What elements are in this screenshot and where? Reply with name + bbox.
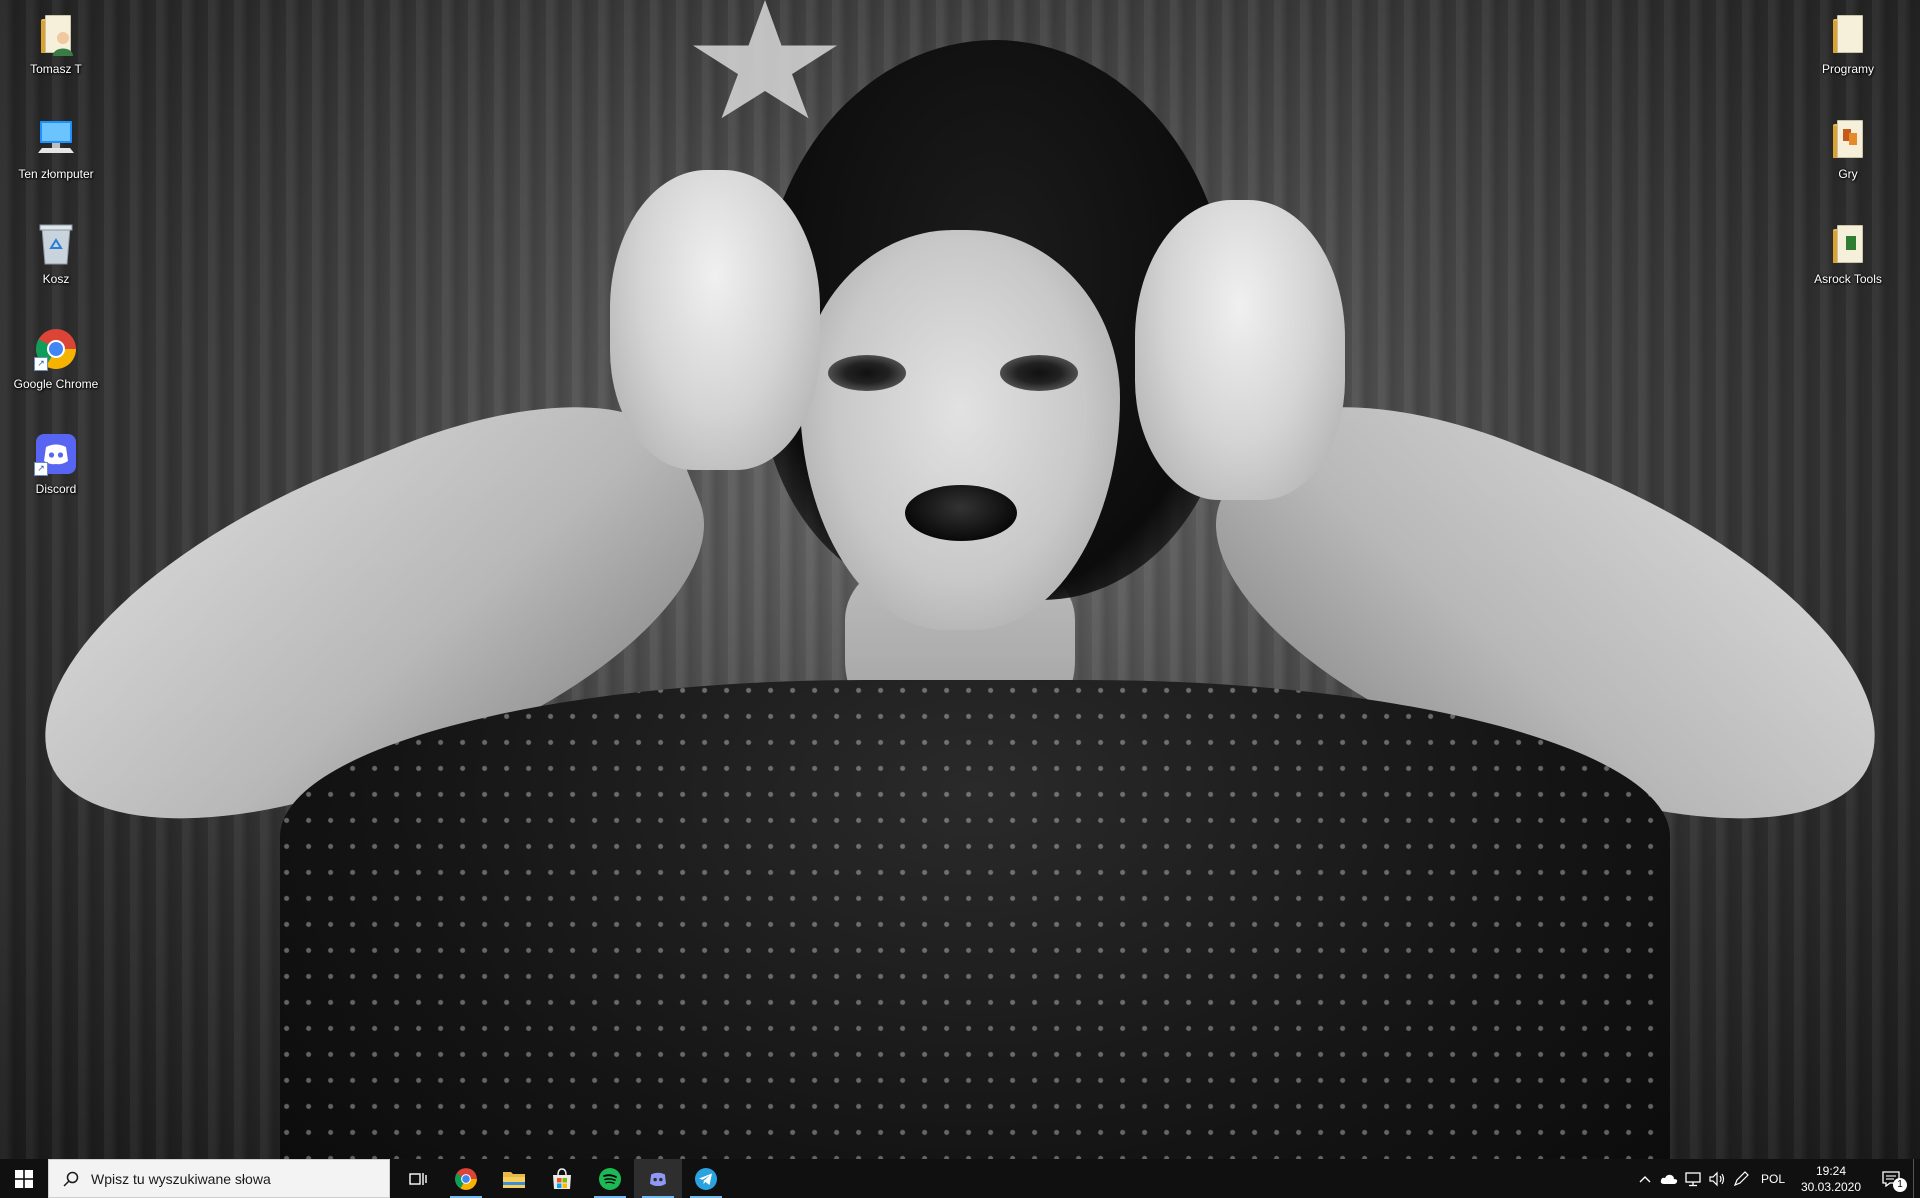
system-tray: POL 19:24 30.03.2020 1 — [1633, 1159, 1920, 1198]
wallpaper-teddy-bear-left — [610, 170, 820, 470]
clock-time: 19:24 — [1815, 1163, 1847, 1178]
notification-count-badge: 1 — [1893, 1178, 1907, 1192]
desktop-icon-label: Google Chrome — [13, 377, 99, 391]
desktop-icon-label: Asrock Tools — [1814, 272, 1882, 286]
desktop-icon-label: Discord — [35, 482, 77, 496]
file-explorer-icon — [503, 1171, 525, 1188]
desktop-icon-ten-zlomputer[interactable]: Ten złomputer — [8, 115, 104, 211]
action-center-button[interactable]: 1 — [1869, 1159, 1913, 1198]
search-placeholder: Wpisz tu wyszukiwane słowa — [91, 1170, 271, 1187]
folder-icon — [1824, 115, 1872, 163]
microsoft-store-icon — [553, 1167, 571, 1189]
chrome-icon: ↗ — [32, 325, 80, 373]
user-folder-icon — [32, 10, 80, 58]
show-desktop-button[interactable] — [1913, 1159, 1920, 1198]
shortcut-arrow-icon: ↗ — [34, 462, 48, 476]
desktop-icon-tomasz-t[interactable]: Tomasz T — [8, 10, 104, 106]
clock[interactable]: 19:24 30.03.2020 — [1793, 1159, 1869, 1198]
network-icon[interactable] — [1681, 1159, 1705, 1198]
wallpaper-lips — [905, 485, 1017, 541]
desktop[interactable]: Tomasz T Ten złomputer Kosz ↗ Google Chr… — [0, 0, 1920, 1159]
search-box[interactable]: Wpisz tu wyszukiwane słowa — [48, 1159, 390, 1198]
taskbar-chrome-button[interactable] — [442, 1159, 490, 1198]
folder-icon — [1824, 220, 1872, 268]
desktop-icon-programy[interactable]: Programy — [1800, 10, 1896, 106]
desktop-icon-label: Ten złomputer — [18, 167, 94, 181]
desktop-icon-label: Programy — [1821, 62, 1874, 76]
windows-logo-icon — [15, 1169, 33, 1188]
taskbar-telegram-button[interactable] — [682, 1159, 730, 1198]
start-button[interactable] — [0, 1159, 48, 1198]
taskbar-discord-button[interactable] — [634, 1159, 682, 1198]
volume-icon[interactable] — [1705, 1159, 1729, 1198]
recycle-bin-icon — [32, 220, 80, 268]
desktop-icon-label: Tomasz T — [30, 62, 82, 76]
pen-workspace-icon[interactable] — [1729, 1159, 1753, 1198]
wallpaper-shirt — [280, 680, 1670, 1159]
task-view-icon — [409, 1172, 427, 1185]
folder-icon — [1824, 10, 1872, 58]
desktop-icon-asrock-tools[interactable]: Asrock Tools — [1800, 220, 1896, 316]
taskbar-file-explorer-button[interactable] — [490, 1159, 538, 1198]
show-hidden-icons-chevron-up-icon[interactable] — [1633, 1159, 1657, 1198]
desktop-icon-label: Kosz — [42, 272, 70, 286]
search-icon — [63, 1171, 79, 1187]
taskbar-spotify-button[interactable] — [586, 1159, 634, 1198]
discord-icon — [650, 1172, 666, 1186]
shortcut-arrow-icon: ↗ — [34, 357, 48, 371]
discord-icon: ↗ — [32, 430, 80, 478]
clock-date: 30.03.2020 — [1800, 1179, 1862, 1194]
desktop-icon-kosz[interactable]: Kosz — [8, 220, 104, 316]
computer-icon — [32, 115, 80, 163]
desktop-icon-gry[interactable]: Gry — [1800, 115, 1896, 211]
wallpaper-teddy-bear-right — [1135, 200, 1345, 500]
desktop-icon-discord[interactable]: ↗ Discord — [8, 430, 104, 526]
desktop-icon-google-chrome[interactable]: ↗ Google Chrome — [8, 325, 104, 421]
telegram-icon — [695, 1167, 717, 1190]
wallpaper-eye-right — [1000, 355, 1078, 391]
task-view-button[interactable] — [394, 1159, 442, 1198]
wallpaper-eye-left — [828, 355, 906, 391]
taskbar: Wpisz tu wyszukiwane słowa POL 19:24 30.… — [0, 1159, 1920, 1198]
desktop-icon-label: Gry — [1838, 167, 1858, 181]
wallpaper-star — [693, 0, 837, 119]
spotify-icon — [599, 1167, 621, 1190]
taskbar-microsoft-store-button[interactable] — [538, 1159, 586, 1198]
onedrive-cloud-icon[interactable] — [1657, 1159, 1681, 1198]
input-language-indicator[interactable]: POL — [1753, 1172, 1793, 1186]
chrome-icon — [455, 1167, 477, 1190]
